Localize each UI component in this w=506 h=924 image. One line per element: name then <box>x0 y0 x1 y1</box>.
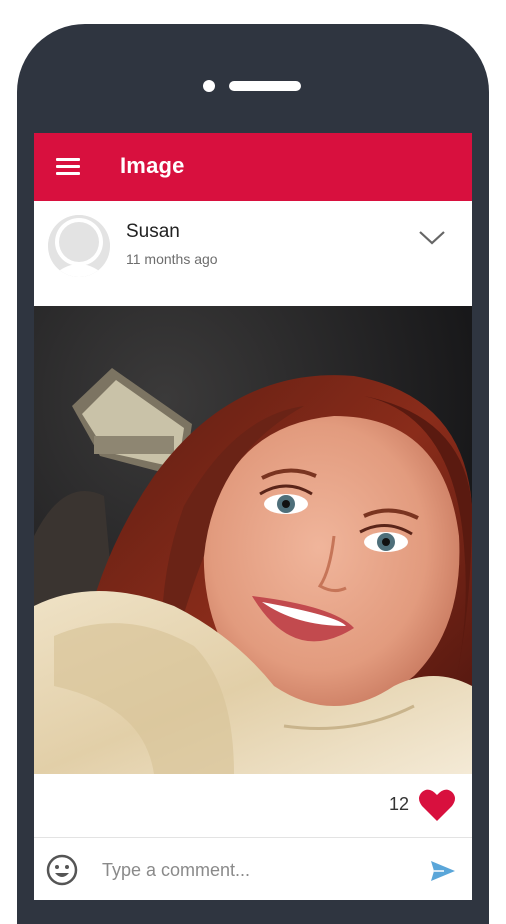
comment-bar <box>34 837 472 900</box>
page-title: Image <box>120 153 185 178</box>
avatar[interactable] <box>48 215 110 277</box>
send-icon[interactable] <box>430 860 456 882</box>
post-actions: 12 <box>34 774 472 837</box>
like-count: 12 <box>389 794 410 814</box>
author-name[interactable]: Susan <box>126 221 180 243</box>
post-timestamp: 11 months ago <box>126 251 218 267</box>
chevron-down-icon[interactable] <box>418 229 446 247</box>
post-photo[interactable] <box>34 306 472 774</box>
post-header: Susan 11 months ago <box>34 201 472 306</box>
app-screen: Image Susan 11 months ago 12 Type a comm… <box>34 133 472 900</box>
emoji-icon[interactable] <box>46 854 78 886</box>
comment-input[interactable] <box>100 852 414 888</box>
heart-icon[interactable] <box>418 788 456 822</box>
app-bar: Image <box>34 133 472 201</box>
speaker-slot <box>229 81 301 91</box>
camera-dot <box>203 80 215 92</box>
hamburger-menu-icon[interactable] <box>56 158 80 176</box>
